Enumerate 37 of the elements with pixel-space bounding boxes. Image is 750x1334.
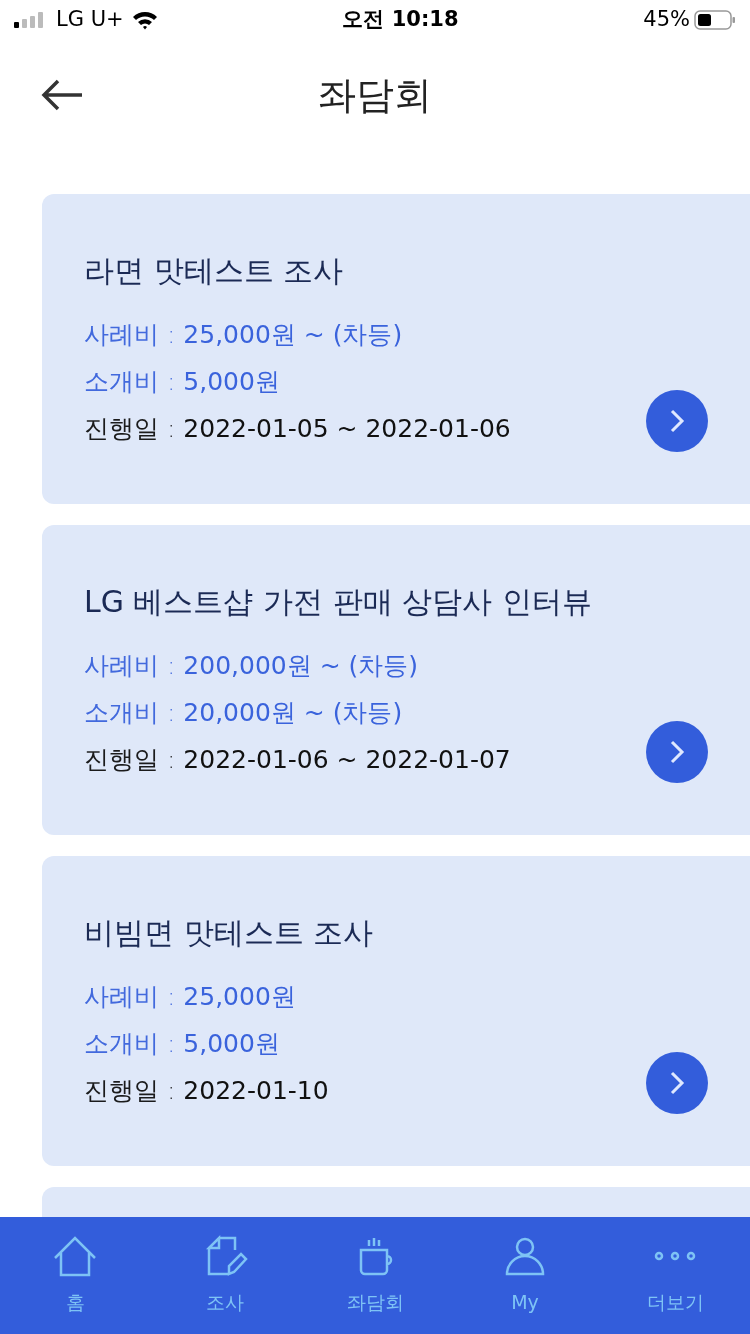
info-value: 25,000원 ~ (차등)	[183, 320, 403, 349]
carrier-name: LG U+	[56, 6, 124, 34]
battery-percent: 45%	[643, 6, 690, 34]
info-label: 진행일 :	[84, 745, 176, 774]
info-label: 소개비 :	[84, 698, 176, 727]
info-label: 사례비 :	[84, 651, 176, 680]
wifi-icon	[131, 10, 158, 30]
chevron-right-icon	[669, 739, 685, 765]
battery-icon	[694, 10, 736, 30]
info-value: 2022-01-05 ~ 2022-01-06	[183, 414, 511, 443]
status-time: 오전 10:18	[342, 6, 459, 34]
chevron-right-icon	[669, 1070, 685, 1096]
tab-item[interactable]: 조사	[150, 1217, 300, 1334]
info-label: 사례비 :	[84, 320, 176, 349]
info-value: 2022-01-06 ~ 2022-01-07	[183, 745, 511, 774]
page-title: 좌담회	[318, 71, 432, 119]
info-value: 200,000원 ~ (차등)	[183, 651, 419, 680]
info-label: 진행일 :	[84, 414, 176, 443]
tab-item[interactable]: 더보기	[600, 1217, 750, 1334]
info-value: 25,000원	[183, 982, 296, 1011]
more-icon	[654, 1250, 696, 1261]
info-value: 2022-01-10	[183, 1076, 329, 1105]
tab-item[interactable]: My	[450, 1217, 600, 1334]
chevron-right-icon	[669, 408, 685, 434]
card-title: LG 베스트샵 가전 판매 상담사 인터뷰	[84, 583, 593, 621]
info-label: 소개비 :	[84, 367, 176, 396]
card-title: 비빔면 맛테스트 조사	[84, 914, 375, 952]
info-value: 20,000원 ~ (차등)	[183, 698, 403, 727]
info-value: 5,000원	[183, 367, 280, 396]
card-title: 라면 맛테스트 조사	[84, 252, 345, 290]
tab-item[interactable]: 좌담회	[300, 1217, 450, 1334]
back-button[interactable]	[40, 78, 84, 112]
info-value: 5,000원	[183, 1029, 280, 1058]
info-label: 사례비 :	[84, 982, 176, 1011]
tab-item[interactable]: 홈	[0, 1217, 150, 1334]
info-label: 소개비 :	[84, 1029, 176, 1058]
info-label: 진행일 :	[84, 1076, 176, 1105]
